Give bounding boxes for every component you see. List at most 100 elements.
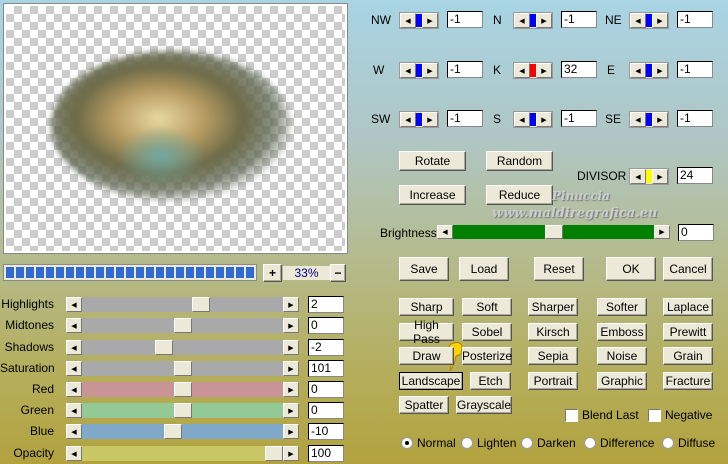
kernel-scroller-se[interactable]: ◀ ▶ <box>629 111 669 128</box>
preset-kirsch-button[interactable]: Kirsch <box>528 323 578 341</box>
save-button[interactable]: Save <box>399 257 449 281</box>
radio-lighten[interactable] <box>461 437 473 449</box>
value-field-green[interactable]: 0 <box>308 402 344 419</box>
kernel-field-e[interactable]: -1 <box>677 61 713 78</box>
slider-thumb[interactable] <box>265 446 283 461</box>
preset-etch-button[interactable]: Etch <box>470 372 511 390</box>
preset-laplace-button[interactable]: Laplace <box>663 298 713 316</box>
arrow-right-icon[interactable]: ▶ <box>422 13 438 28</box>
radio-diffuse[interactable] <box>662 437 674 449</box>
slider-saturation[interactable] <box>82 361 283 376</box>
value-field-midtones[interactable]: 0 <box>308 317 344 334</box>
arrow-left-icon[interactable]: ◀ <box>66 403 82 418</box>
preset-high-pass-button[interactable]: High Pass <box>399 318 454 346</box>
preset-grain-button[interactable]: Grain <box>663 347 713 365</box>
slider-thumb[interactable] <box>173 318 192 333</box>
kernel-scroller-k[interactable]: ◀ ▶ <box>513 62 553 79</box>
arrow-left-icon[interactable]: ◀ <box>630 112 646 127</box>
arrow-left-icon[interactable]: ◀ <box>66 361 82 376</box>
checkbox-negative[interactable] <box>648 409 661 422</box>
arrow-right-icon[interactable]: ▶ <box>536 112 552 127</box>
preset-softer-button[interactable]: Softer <box>597 298 647 316</box>
arrow-left-icon[interactable]: ◀ <box>66 318 82 333</box>
kernel-field-se[interactable]: -1 <box>677 110 713 127</box>
arrow-right-icon[interactable]: ▶ <box>283 446 299 461</box>
arrow-right-icon[interactable]: ▶ <box>652 63 668 78</box>
arrow-left-icon[interactable]: ◀ <box>66 382 82 397</box>
brightness-thumb[interactable] <box>544 225 563 239</box>
value-field-red[interactable]: 0 <box>308 381 344 398</box>
random-button[interactable]: Random <box>486 151 553 171</box>
slider-opacity[interactable] <box>82 446 283 461</box>
preview-canvas[interactable] <box>3 3 348 254</box>
arrow-right-icon[interactable]: ▶ <box>283 424 299 439</box>
arrow-left-icon[interactable]: ◀ <box>400 13 416 28</box>
slider-green[interactable] <box>82 403 283 418</box>
radio-normal[interactable] <box>401 437 413 449</box>
reduce-button[interactable]: Reduce <box>486 185 553 205</box>
preset-graphic-button[interactable]: Graphic <box>597 372 647 390</box>
preset-sharp-button[interactable]: Sharp <box>399 298 454 316</box>
radio-darken[interactable] <box>521 437 533 449</box>
arrow-right-icon[interactable]: ▶ <box>283 382 299 397</box>
arrow-right-icon[interactable]: ▶ <box>283 403 299 418</box>
preset-sobel-button[interactable]: Sobel <box>462 323 512 341</box>
kernel-field-nw[interactable]: -1 <box>447 11 483 28</box>
preset-spatter-button[interactable]: Spatter <box>399 396 449 414</box>
arrow-right-icon[interactable]: ▶ <box>283 318 299 333</box>
arrow-right-icon[interactable]: ▶ <box>652 169 668 184</box>
slider-thumb[interactable] <box>155 340 174 355</box>
cancel-button[interactable]: Cancel <box>663 257 713 281</box>
arrow-left-icon[interactable]: ◀ <box>66 340 82 355</box>
arrow-left-icon[interactable]: ◀ <box>400 63 416 78</box>
arrow-left-icon[interactable]: ◀ <box>514 13 530 28</box>
preset-sharper-button[interactable]: Sharper <box>528 298 578 316</box>
brightness-field[interactable]: 0 <box>678 224 714 241</box>
slider-thumb[interactable] <box>173 403 192 418</box>
arrow-right-icon[interactable]: ▶ <box>422 63 438 78</box>
preset-portrait-button[interactable]: Portrait <box>528 372 578 390</box>
slider-thumb[interactable] <box>173 361 192 376</box>
slider-thumb[interactable] <box>173 382 192 397</box>
preset-fracture-button[interactable]: Fracture <box>663 372 713 390</box>
slider-red[interactable] <box>82 382 283 397</box>
preset-soft-button[interactable]: Soft <box>462 298 512 316</box>
arrow-right-icon[interactable]: ▶ <box>652 13 668 28</box>
arrow-right-icon[interactable]: ▶ <box>652 112 668 127</box>
ok-button[interactable]: OK <box>606 257 656 281</box>
rotate-button[interactable]: Rotate <box>399 151 466 171</box>
kernel-field-k[interactable]: 32 <box>561 61 597 78</box>
checkbox-blend-last[interactable] <box>565 409 578 422</box>
arrow-left-icon[interactable]: ◀ <box>514 112 530 127</box>
kernel-field-w[interactable]: -1 <box>447 61 483 78</box>
kernel-scroller-w[interactable]: ◀ ▶ <box>399 62 439 79</box>
kernel-field-n[interactable]: -1 <box>561 11 597 28</box>
arrow-right-icon[interactable]: ▶ <box>283 340 299 355</box>
kernel-scroller-nw[interactable]: ◀ ▶ <box>399 12 439 29</box>
increase-button[interactable]: Increase <box>399 185 466 205</box>
arrow-left-icon[interactable]: ◀ <box>66 297 82 312</box>
arrow-left-icon[interactable]: ◀ <box>66 446 82 461</box>
arrow-right-icon[interactable]: ▶ <box>283 297 299 312</box>
slider-midtones[interactable] <box>82 318 283 333</box>
reset-button[interactable]: Reset <box>534 257 584 281</box>
kernel-field-sw[interactable]: -1 <box>447 110 483 127</box>
arrow-right-icon[interactable]: ▶ <box>654 225 670 239</box>
preset-draw-button[interactable]: Draw <box>399 347 454 365</box>
divisor-scroller[interactable]: ◀ ▶ <box>629 168 669 185</box>
kernel-scroller-sw[interactable]: ◀ ▶ <box>399 111 439 128</box>
slider-thumb[interactable] <box>191 297 210 312</box>
kernel-field-s[interactable]: -1 <box>561 110 597 127</box>
arrow-right-icon[interactable]: ▶ <box>536 63 552 78</box>
arrow-left-icon[interactable]: ◀ <box>630 169 646 184</box>
arrow-left-icon[interactable]: ◀ <box>630 63 646 78</box>
value-field-opacity[interactable]: 100 <box>308 445 344 462</box>
preset-sepia-button[interactable]: Sepia <box>528 347 578 365</box>
zoom-out-button[interactable]: − <box>330 264 346 282</box>
slider-highlights[interactable] <box>82 297 283 312</box>
brightness-slider[interactable] <box>453 225 654 239</box>
arrow-left-icon[interactable]: ◀ <box>400 112 416 127</box>
arrow-left-icon[interactable]: ◀ <box>66 424 82 439</box>
preset-emboss-button[interactable]: Emboss <box>597 323 647 341</box>
arrow-left-icon[interactable]: ◀ <box>630 13 646 28</box>
